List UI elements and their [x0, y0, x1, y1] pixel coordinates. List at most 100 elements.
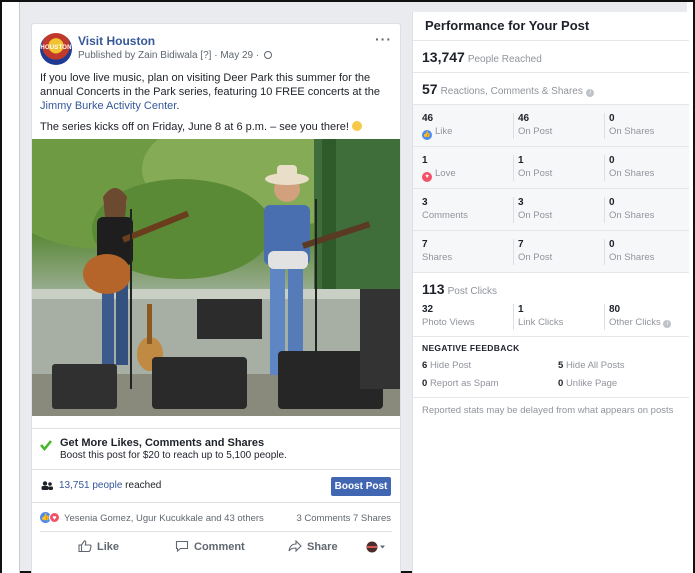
- published-tag: [?]: [200, 50, 212, 61]
- reactions-value: 57: [422, 81, 438, 97]
- hide-all-label: Hide All Posts: [565, 360, 625, 371]
- post-text-part: If you love live music, plan on visiting…: [40, 72, 380, 98]
- like-on-shares: 0: [609, 113, 615, 124]
- clicks-row: 32 Photo Views 1 Link Clicks 80 Other Click…: [413, 300, 689, 336]
- comments-on-post: 3: [518, 197, 524, 208]
- hide-all-stat: 5 Hide All Posts: [558, 360, 625, 371]
- post-actions: Like Comment Share: [40, 531, 392, 563]
- people-icon: [41, 481, 53, 490]
- love-on-post-label: On Post: [518, 168, 553, 179]
- people-reached-link[interactable]: 13,751 people: [59, 480, 122, 491]
- love-row: 1 ♥ Love 1 On Post 0 On Shares: [413, 146, 689, 188]
- like-on-post: 46: [518, 113, 530, 124]
- reactions-label: Reactions, Comments & Shares: [440, 86, 583, 97]
- other-clicks-cell: 80 Other Clicks i: [604, 304, 689, 330]
- shares-on-shares-label: On Shares: [609, 252, 655, 263]
- shares-on-shares-cell: 0 On Shares: [604, 239, 689, 265]
- love-on-shares: 0: [609, 155, 615, 166]
- hide-post-label: Hide Post: [429, 360, 472, 371]
- love-total-cell: 1 ♥ Love: [418, 155, 508, 182]
- divider: [413, 72, 689, 73]
- concert-photo-illustration: [32, 139, 400, 416]
- post-photo[interactable]: [32, 139, 400, 416]
- post-clicks-value: 113: [422, 281, 445, 297]
- shares-total: 7: [422, 239, 428, 250]
- love-on-post-cell: 1 On Post: [513, 155, 603, 181]
- checkmark-icon: [40, 440, 52, 451]
- divider: [413, 272, 689, 273]
- comment-label: Comment: [194, 541, 245, 553]
- post-text-part: .: [176, 100, 180, 112]
- shares-on-post: 7: [518, 239, 524, 250]
- shares-total-label: Shares: [422, 252, 453, 263]
- boost-prompt: Get More Likes, Comments and Shares Boos…: [32, 428, 400, 468]
- boost-post-button[interactable]: Boost Post: [331, 477, 391, 496]
- page-avatar[interactable]: HOUSTON: [40, 33, 72, 65]
- info-icon[interactable]: i: [663, 320, 672, 328]
- post-clicks-label: Post Clicks: [447, 286, 498, 297]
- link-clicks-label: Link Clicks: [518, 317, 564, 328]
- shares-row: 7 Shares 7 On Post 0 On Shares: [413, 230, 689, 272]
- link-clicks-value: 1: [518, 304, 524, 315]
- comment-icon: [175, 540, 189, 552]
- page-name-link[interactable]: Visit Houston: [78, 34, 155, 48]
- post-date[interactable]: May 29: [220, 50, 253, 61]
- venue-link[interactable]: Jimmy Burke Activity Center: [40, 100, 176, 112]
- boost-title: Get More Likes, Comments and Shares: [60, 437, 265, 449]
- boost-subtitle: Boost this post for $20 to reach up to 5…: [60, 450, 287, 461]
- reactions-row: 👍 ♥ Yesenia Gomez, Ugur Kucukkale and 43…: [32, 502, 400, 530]
- divider: [413, 336, 689, 337]
- comments-on-post-label: On Post: [518, 210, 553, 221]
- comments-row: 3 Comments 3 On Post 0 On Shares: [413, 188, 689, 230]
- other-clicks-value: 80: [609, 304, 621, 315]
- comments-shares-count[interactable]: 3 Comments 7 Shares: [296, 513, 391, 524]
- like-on-shares-cell: 0 On Shares: [604, 113, 689, 139]
- shares-on-post-cell: 7 On Post: [513, 239, 603, 265]
- like-dot-icon: 👍: [422, 130, 432, 140]
- love-on-shares-cell: 0 On Shares: [604, 155, 689, 181]
- link-clicks-cell: 1 Link Clicks: [513, 304, 603, 330]
- other-clicks-line: Other Clicks i: [609, 317, 689, 328]
- published-by: Published by Zain Bidiwala: [78, 50, 198, 61]
- globe-icon: [264, 51, 272, 59]
- like-total-label: Like: [435, 126, 453, 137]
- spam-value: 0: [422, 378, 428, 389]
- hide-post-stat: 6 Hide Post: [422, 360, 471, 371]
- comment-button[interactable]: Comment: [175, 540, 245, 553]
- post-text-part: The series kicks off on Friday, June 8 a…: [40, 121, 349, 133]
- like-row: 46 👍 Like 46 On Post 0 On Shares: [413, 104, 689, 146]
- performance-panel: Performance for Your Post 13,747 People R…: [412, 12, 689, 573]
- reach-row: 13,751 people reached Boost Post: [32, 469, 400, 501]
- like-on-shares-label: On Shares: [609, 126, 655, 137]
- more-options-button[interactable]: ···: [375, 31, 392, 47]
- published-line: Published by Zain Bidiwala [?] · May 29 …: [78, 50, 272, 61]
- divider: [413, 397, 689, 398]
- love-total-label: Love: [435, 168, 456, 179]
- comments-on-post-cell: 3 On Post: [513, 197, 603, 223]
- people-reached-label: People Reached: [467, 54, 542, 65]
- reactions-stat: 57 Reactions, Comments & Shares i: [422, 81, 595, 97]
- info-icon[interactable]: i: [586, 89, 595, 97]
- hide-all-value: 5: [558, 360, 564, 371]
- other-clicks-label: Other Clicks: [609, 317, 661, 328]
- smile-emoji-icon: [352, 121, 363, 131]
- negative-feedback-title: NEGATIVE FEEDBACK: [422, 343, 520, 353]
- share-button[interactable]: Share: [288, 540, 338, 553]
- audience-selector-icon[interactable]: [366, 541, 386, 553]
- comments-total-cell: 3 Comments: [418, 197, 508, 223]
- love-label-line: ♥ Love: [422, 168, 508, 182]
- unlike-value: 0: [558, 378, 564, 389]
- divider: [413, 40, 689, 41]
- reactors-link[interactable]: Yesenia Gomez, Ugur Kucukkale and 43 oth…: [64, 513, 264, 524]
- like-on-post-cell: 46 On Post: [513, 113, 603, 139]
- love-dot-icon: ♥: [422, 172, 432, 182]
- avatar-logo-text: HOUSTON: [40, 45, 72, 51]
- spam-label: Report as Spam: [429, 378, 499, 389]
- comments-total-label: Comments: [422, 210, 468, 221]
- share-label: Share: [307, 541, 338, 553]
- comments-on-shares-cell: 0 On Shares: [604, 197, 689, 223]
- share-arrow-icon: [288, 540, 302, 552]
- like-button[interactable]: Like: [78, 540, 119, 553]
- like-label-line: 👍 Like: [422, 126, 508, 140]
- shares-on-shares: 0: [609, 239, 615, 250]
